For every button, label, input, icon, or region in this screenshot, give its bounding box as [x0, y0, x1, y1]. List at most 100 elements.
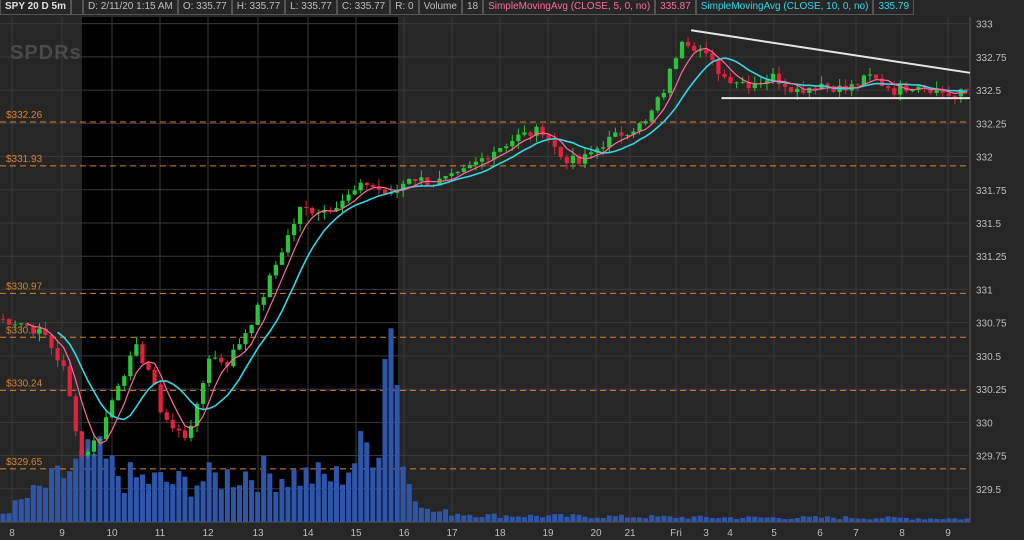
candle-body: [661, 92, 666, 98]
candle-body: [19, 323, 24, 325]
volume-bar: [333, 466, 339, 522]
volume-bar: [867, 519, 873, 522]
level-label: $330.97: [6, 281, 43, 292]
volume-bar: [449, 515, 455, 522]
volume-bar: [806, 516, 812, 522]
volume-bar: [418, 507, 424, 522]
volume-bar: [321, 473, 327, 522]
volume-bar: [315, 462, 321, 522]
candle-body: [158, 384, 163, 413]
candle-body: [213, 357, 218, 359]
volume-bar: [800, 516, 806, 522]
volume-bar: [279, 478, 285, 522]
volume-bar: [825, 516, 831, 522]
volume-bar: [121, 492, 127, 522]
volume-bar: [679, 516, 685, 522]
candle-body: [461, 168, 466, 172]
candle-body: [261, 297, 266, 305]
candle-body: [255, 304, 260, 325]
volume-bar: [697, 515, 703, 522]
volume-bar: [382, 359, 388, 522]
volume-bar: [527, 514, 533, 522]
volume-bar: [158, 472, 164, 522]
candle-body: [740, 81, 745, 83]
volume-bar: [267, 473, 273, 522]
volume-bar: [497, 517, 503, 522]
volume-bar: [91, 453, 97, 522]
y-tick-label: 331.5: [976, 219, 1001, 230]
chart-header: SPY 20 D 5m D: 2/11/20 1:15 AM O: 335.77…: [0, 0, 1024, 15]
y-tick-label: 330.75: [976, 319, 1007, 330]
volume-bar: [370, 467, 376, 522]
volume-bar: [940, 519, 946, 522]
volume-bar: [18, 499, 24, 522]
candle-body: [479, 158, 485, 162]
candle-body: [164, 412, 169, 420]
x-tick-label: 19: [542, 528, 554, 539]
volume-bar: [376, 457, 382, 522]
candle-body: [182, 430, 188, 438]
volume-bar: [594, 517, 600, 522]
datetime-readout: D: 2/11/20 1:15 AM: [82, 0, 178, 15]
volume-bar: [42, 487, 48, 522]
level-label: $329.65: [6, 457, 43, 468]
volume-bar: [200, 481, 206, 522]
volume-bar: [891, 516, 897, 522]
volume-bar: [764, 517, 770, 522]
candle-body: [279, 252, 285, 265]
x-tick-label: 8: [9, 528, 15, 539]
volume-bar: [206, 462, 212, 522]
volume-bar: [661, 515, 667, 522]
x-tick-label: 4: [727, 528, 733, 539]
volume-bar: [667, 516, 673, 522]
candle-body: [103, 417, 109, 440]
candle-body: [710, 53, 715, 60]
candle-body: [867, 74, 873, 76]
volume-bar: [109, 455, 115, 522]
volume-bar: [479, 517, 485, 522]
volume-bar: [782, 519, 788, 522]
ma5-label[interactable]: SimpleMovingAvg (CLOSE, 5, 0, no): [483, 0, 656, 15]
volume-bar: [746, 516, 752, 522]
volume-bar: [740, 517, 746, 522]
price-chart[interactable]: 333 332.75 332.5 332.25 332 331.75 331.5 331.25…: [0, 0, 1024, 540]
symbol-title[interactable]: SPY 20 D 5m: [0, 0, 71, 15]
candle-body: [413, 178, 418, 181]
volume-bar: [194, 485, 200, 522]
volume-bar: [176, 471, 182, 522]
candle-body: [237, 344, 242, 350]
volume-bar: [309, 483, 315, 522]
volume-bar: [721, 517, 727, 522]
volume-bar: [0, 513, 6, 522]
ma10-label[interactable]: SimpleMovingAvg (CLOSE, 10, 0, no): [695, 0, 874, 15]
volume-bar: [837, 519, 843, 522]
volume-bar: [515, 516, 521, 522]
candle-body: [467, 164, 472, 169]
candle-body: [673, 58, 679, 69]
volume-bar: [255, 491, 261, 522]
candle-body: [200, 383, 206, 404]
candle-body: [485, 158, 491, 160]
candle-body: [704, 49, 709, 54]
volume-bar: [491, 513, 497, 522]
x-tick-label: 3: [703, 528, 709, 539]
volume-bar: [576, 514, 582, 522]
candle-body: [504, 146, 509, 149]
candle-body: [655, 97, 660, 111]
volume-bar: [73, 458, 79, 522]
candle-body: [685, 41, 691, 46]
level-label: $332.26: [6, 110, 43, 121]
candle-body: [134, 344, 139, 356]
candle-body: [49, 334, 54, 348]
volume-bar: [794, 518, 800, 522]
open-readout: O: 335.77: [177, 0, 232, 15]
candle-body: [886, 85, 891, 89]
volume-bar: [843, 516, 849, 522]
volume-bar: [406, 483, 412, 522]
volume-bar: [564, 516, 570, 522]
x-tick-label: 6: [817, 528, 823, 539]
volume-bar: [182, 476, 188, 522]
header-divider: [70, 0, 83, 15]
volume-bar: [946, 518, 952, 522]
candle-body: [61, 360, 66, 367]
